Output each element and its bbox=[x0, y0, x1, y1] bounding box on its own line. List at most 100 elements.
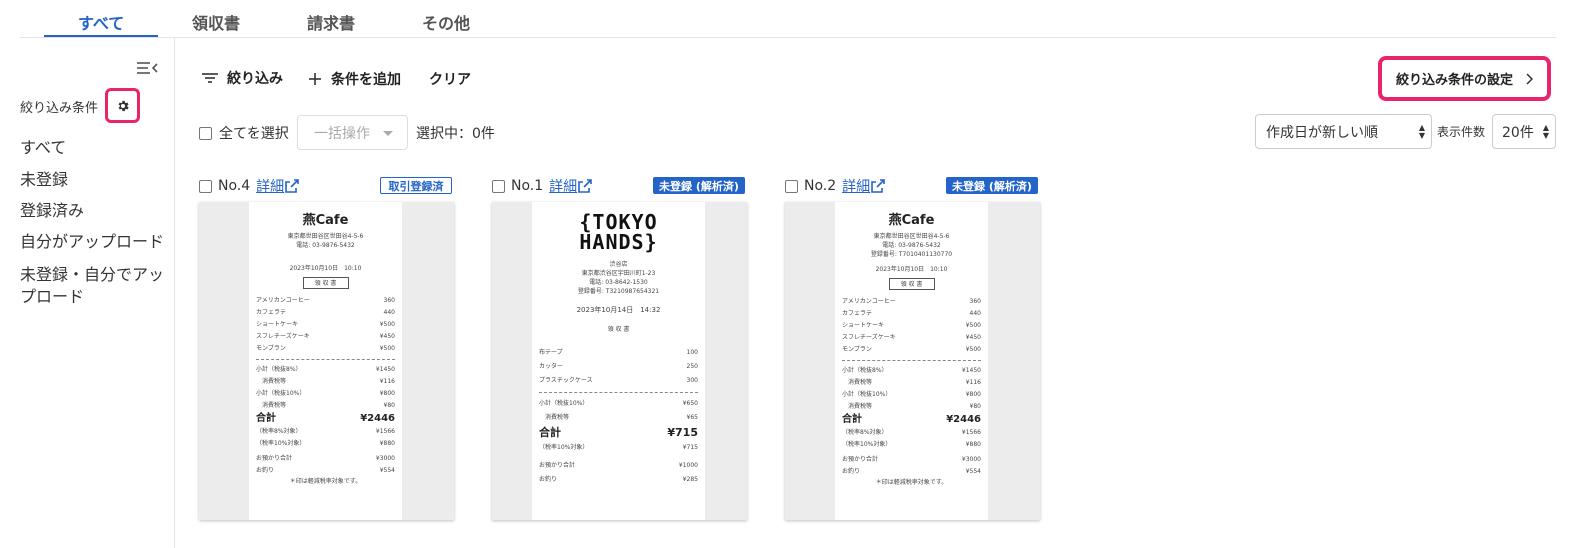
receipt-note: ＊印は軽減税率対象です。 bbox=[289, 478, 362, 485]
sort-select[interactable]: 作成日が新しい順 ▲ ▼ bbox=[1255, 114, 1432, 149]
sidebar-item-registered[interactable]: 登録済み bbox=[20, 200, 170, 222]
tab-other[interactable]: その他 bbox=[422, 10, 470, 34]
receipt-line: モンブラン ¥500 bbox=[842, 346, 981, 353]
detail-link[interactable]: 詳細 bbox=[256, 176, 284, 196]
updown-arrows-icon: ▲ ▼ bbox=[1542, 123, 1549, 140]
tab-all[interactable]: すべて bbox=[78, 10, 124, 34]
receipt-doc-title: 領 収 書 bbox=[302, 277, 349, 289]
card-number: No.1 bbox=[511, 178, 544, 194]
per-page-select[interactable]: 20件 ▲ ▼ bbox=[1492, 114, 1556, 149]
filter-conditions-heading: 絞り込み条件 bbox=[20, 101, 99, 116]
select-all-label: 全てを選択 bbox=[219, 126, 289, 142]
per-page-value: 20件 bbox=[1502, 124, 1534, 141]
chevron-right-icon bbox=[1526, 72, 1533, 85]
sidebar-item-unregistered[interactable]: 未登録 bbox=[20, 169, 170, 191]
receipt-total: 合計 ¥2446 bbox=[256, 413, 395, 424]
receipt-line: 小計（税抜8%） ¥1450 bbox=[256, 366, 395, 373]
receipt-total: 合計 ¥715 bbox=[539, 426, 698, 439]
receipt-address: 東京都世田谷区世田谷4-5-6 bbox=[873, 233, 950, 240]
sidebar-item-my-uploads[interactable]: 自分がアップロード bbox=[20, 231, 170, 253]
receipt-phone: 電話: 03-9876-5432 bbox=[882, 242, 941, 249]
receipt-line: ショートケーキ ¥500 bbox=[842, 322, 981, 329]
receipt-thumbnail[interactable]: 燕Cafe 東京都世田谷区世田谷4-5-6 電話: 03-9876-5432 2… bbox=[199, 202, 454, 520]
sidebar-item-all[interactable]: すべて bbox=[20, 137, 170, 159]
bulk-action-label: 一括操作 bbox=[314, 125, 370, 142]
receipt-line: カフェラテ 440 bbox=[842, 310, 981, 317]
receipt-address: 東京都世田谷区世田谷4-5-6 bbox=[287, 233, 364, 240]
receipt-datetime: 2023年10月14日 14:32 bbox=[576, 306, 661, 314]
external-link-icon[interactable] bbox=[577, 178, 593, 194]
receipt-paper: 燕Cafe 東京都世田谷区世田谷4-5-6 電話: 03-9876-5432 登… bbox=[835, 202, 988, 520]
card-checkbox[interactable] bbox=[785, 179, 798, 193]
status-badge: 取引登録済 bbox=[380, 177, 452, 194]
tab-receipts[interactable]: 領収書 bbox=[192, 10, 240, 34]
receipt-line: 消費税等 ¥65 bbox=[539, 414, 698, 421]
receipt-registration: 登録番号: T3210987654321 bbox=[577, 288, 660, 295]
selected-count: 選択中：0件 bbox=[416, 126, 495, 142]
select-all-checkbox[interactable] bbox=[199, 126, 212, 140]
receipt-line: スフレチーズケーキ ¥450 bbox=[842, 334, 981, 341]
receipt-line: 消費税等 ¥116 bbox=[256, 378, 395, 385]
receipt-line: 小計（税抜10%） ¥800 bbox=[842, 391, 981, 398]
clear-button[interactable]: クリア bbox=[429, 69, 471, 89]
plus-icon bbox=[309, 73, 321, 85]
receipt-line: （税率8%対象） ¥1566 bbox=[842, 429, 981, 436]
receipt-datetime: 2023年10月10日 10:10 bbox=[875, 266, 948, 273]
card-header: No.2 詳細 bbox=[785, 176, 886, 196]
receipt-divider bbox=[256, 359, 395, 360]
filter-settings-button[interactable]: 絞り込み条件の設定 bbox=[1378, 56, 1551, 101]
receipt-line: 小計（税抜10%） ¥650 bbox=[539, 400, 698, 407]
filter-button[interactable]: 絞り込み bbox=[201, 68, 283, 88]
receipt-line: ショートケーキ ¥500 bbox=[256, 321, 395, 328]
external-link-icon[interactable] bbox=[284, 178, 300, 194]
sidebar-item-unregistered-my-uploads[interactable]: 未登録・自分でアップロード bbox=[20, 264, 170, 308]
receipt-line: モンブラン ¥500 bbox=[256, 345, 395, 352]
receipt-thumbnail[interactable]: 燕Cafe 東京都世田谷区世田谷4-5-6 電話: 03-9876-5432 登… bbox=[785, 202, 1040, 520]
receipt-line: お預かり合計 ¥1000 bbox=[539, 462, 698, 469]
receipt-line: 小計（税抜10%） ¥800 bbox=[256, 390, 395, 397]
receipt-line: （税率10%対象） ¥880 bbox=[842, 441, 981, 448]
receipt-note: ＊印は軽減税率対象です。 bbox=[875, 479, 948, 486]
receipt-line: （税率10%対象） ¥880 bbox=[256, 440, 395, 447]
external-link-icon[interactable] bbox=[870, 178, 886, 194]
tab-invoices[interactable]: 請求書 bbox=[307, 10, 355, 34]
receipt-divider bbox=[842, 360, 981, 361]
receipt-paper: 燕Cafe 東京都世田谷区世田谷4-5-6 電話: 03-9876-5432 2… bbox=[249, 202, 402, 520]
card-number: No.4 bbox=[218, 178, 251, 194]
add-condition-button[interactable]: 条件を追加 bbox=[307, 69, 401, 89]
select-all-control[interactable]: 全てを選択 bbox=[199, 116, 289, 150]
sort-value: 作成日が新しい順 bbox=[1266, 124, 1378, 141]
receipt-doc-title: 領 収 書 bbox=[607, 326, 630, 333]
detail-link[interactable]: 詳細 bbox=[842, 176, 870, 196]
detail-link[interactable]: 詳細 bbox=[549, 176, 577, 196]
filter-label: 絞り込み bbox=[227, 71, 283, 87]
receipt-divider bbox=[539, 392, 698, 393]
receipt-registration: 登録番号: T7010401130770 bbox=[870, 251, 953, 258]
collapse-sidebar-icon[interactable] bbox=[136, 60, 158, 76]
card-header: No.4 詳細 bbox=[199, 176, 300, 196]
receipt-line: （税率10%対象） ¥715 bbox=[539, 444, 698, 451]
card-checkbox[interactable] bbox=[492, 179, 505, 193]
receipt-line: カッター 250 bbox=[539, 363, 698, 370]
card-header: No.1 詳細 bbox=[492, 176, 593, 196]
filter-icon bbox=[202, 73, 218, 83]
receipt-line: カフェラテ 440 bbox=[256, 309, 395, 316]
filter-conditions-settings-button[interactable] bbox=[105, 88, 140, 123]
receipt-phone: 電話: 03-8642-1530 bbox=[589, 279, 648, 286]
bulk-action-select[interactable]: 一括操作 bbox=[297, 115, 408, 150]
receipt-store: 燕Cafe bbox=[888, 213, 935, 228]
status-badge: 未登録 (解析済) bbox=[946, 177, 1038, 194]
receipt-line: 消費税等 ¥116 bbox=[842, 379, 981, 386]
receipt-line: アメリカンコーヒー 360 bbox=[842, 298, 981, 305]
caret-down-icon bbox=[383, 131, 393, 136]
add-condition-label: 条件を追加 bbox=[331, 72, 401, 88]
receipt-line: 小計（税抜8%） ¥1450 bbox=[842, 367, 981, 374]
receipt-doc-title: 領 収 書 bbox=[888, 278, 935, 290]
active-tab-indicator bbox=[44, 35, 158, 37]
receipt-line: お預かり合計 ¥3000 bbox=[256, 455, 395, 462]
receipt-line: スフレチーズケーキ ¥450 bbox=[256, 333, 395, 340]
receipt-datetime: 2023年10月10日 10:10 bbox=[289, 265, 362, 272]
card-checkbox[interactable] bbox=[199, 179, 212, 193]
filter-settings-label: 絞り込み条件の設定 bbox=[1395, 73, 1513, 88]
receipt-thumbnail[interactable]: {TOKYO HANDS} 渋谷店 東京都渋谷区宇田川町1-23 電話: 03-… bbox=[492, 202, 747, 520]
